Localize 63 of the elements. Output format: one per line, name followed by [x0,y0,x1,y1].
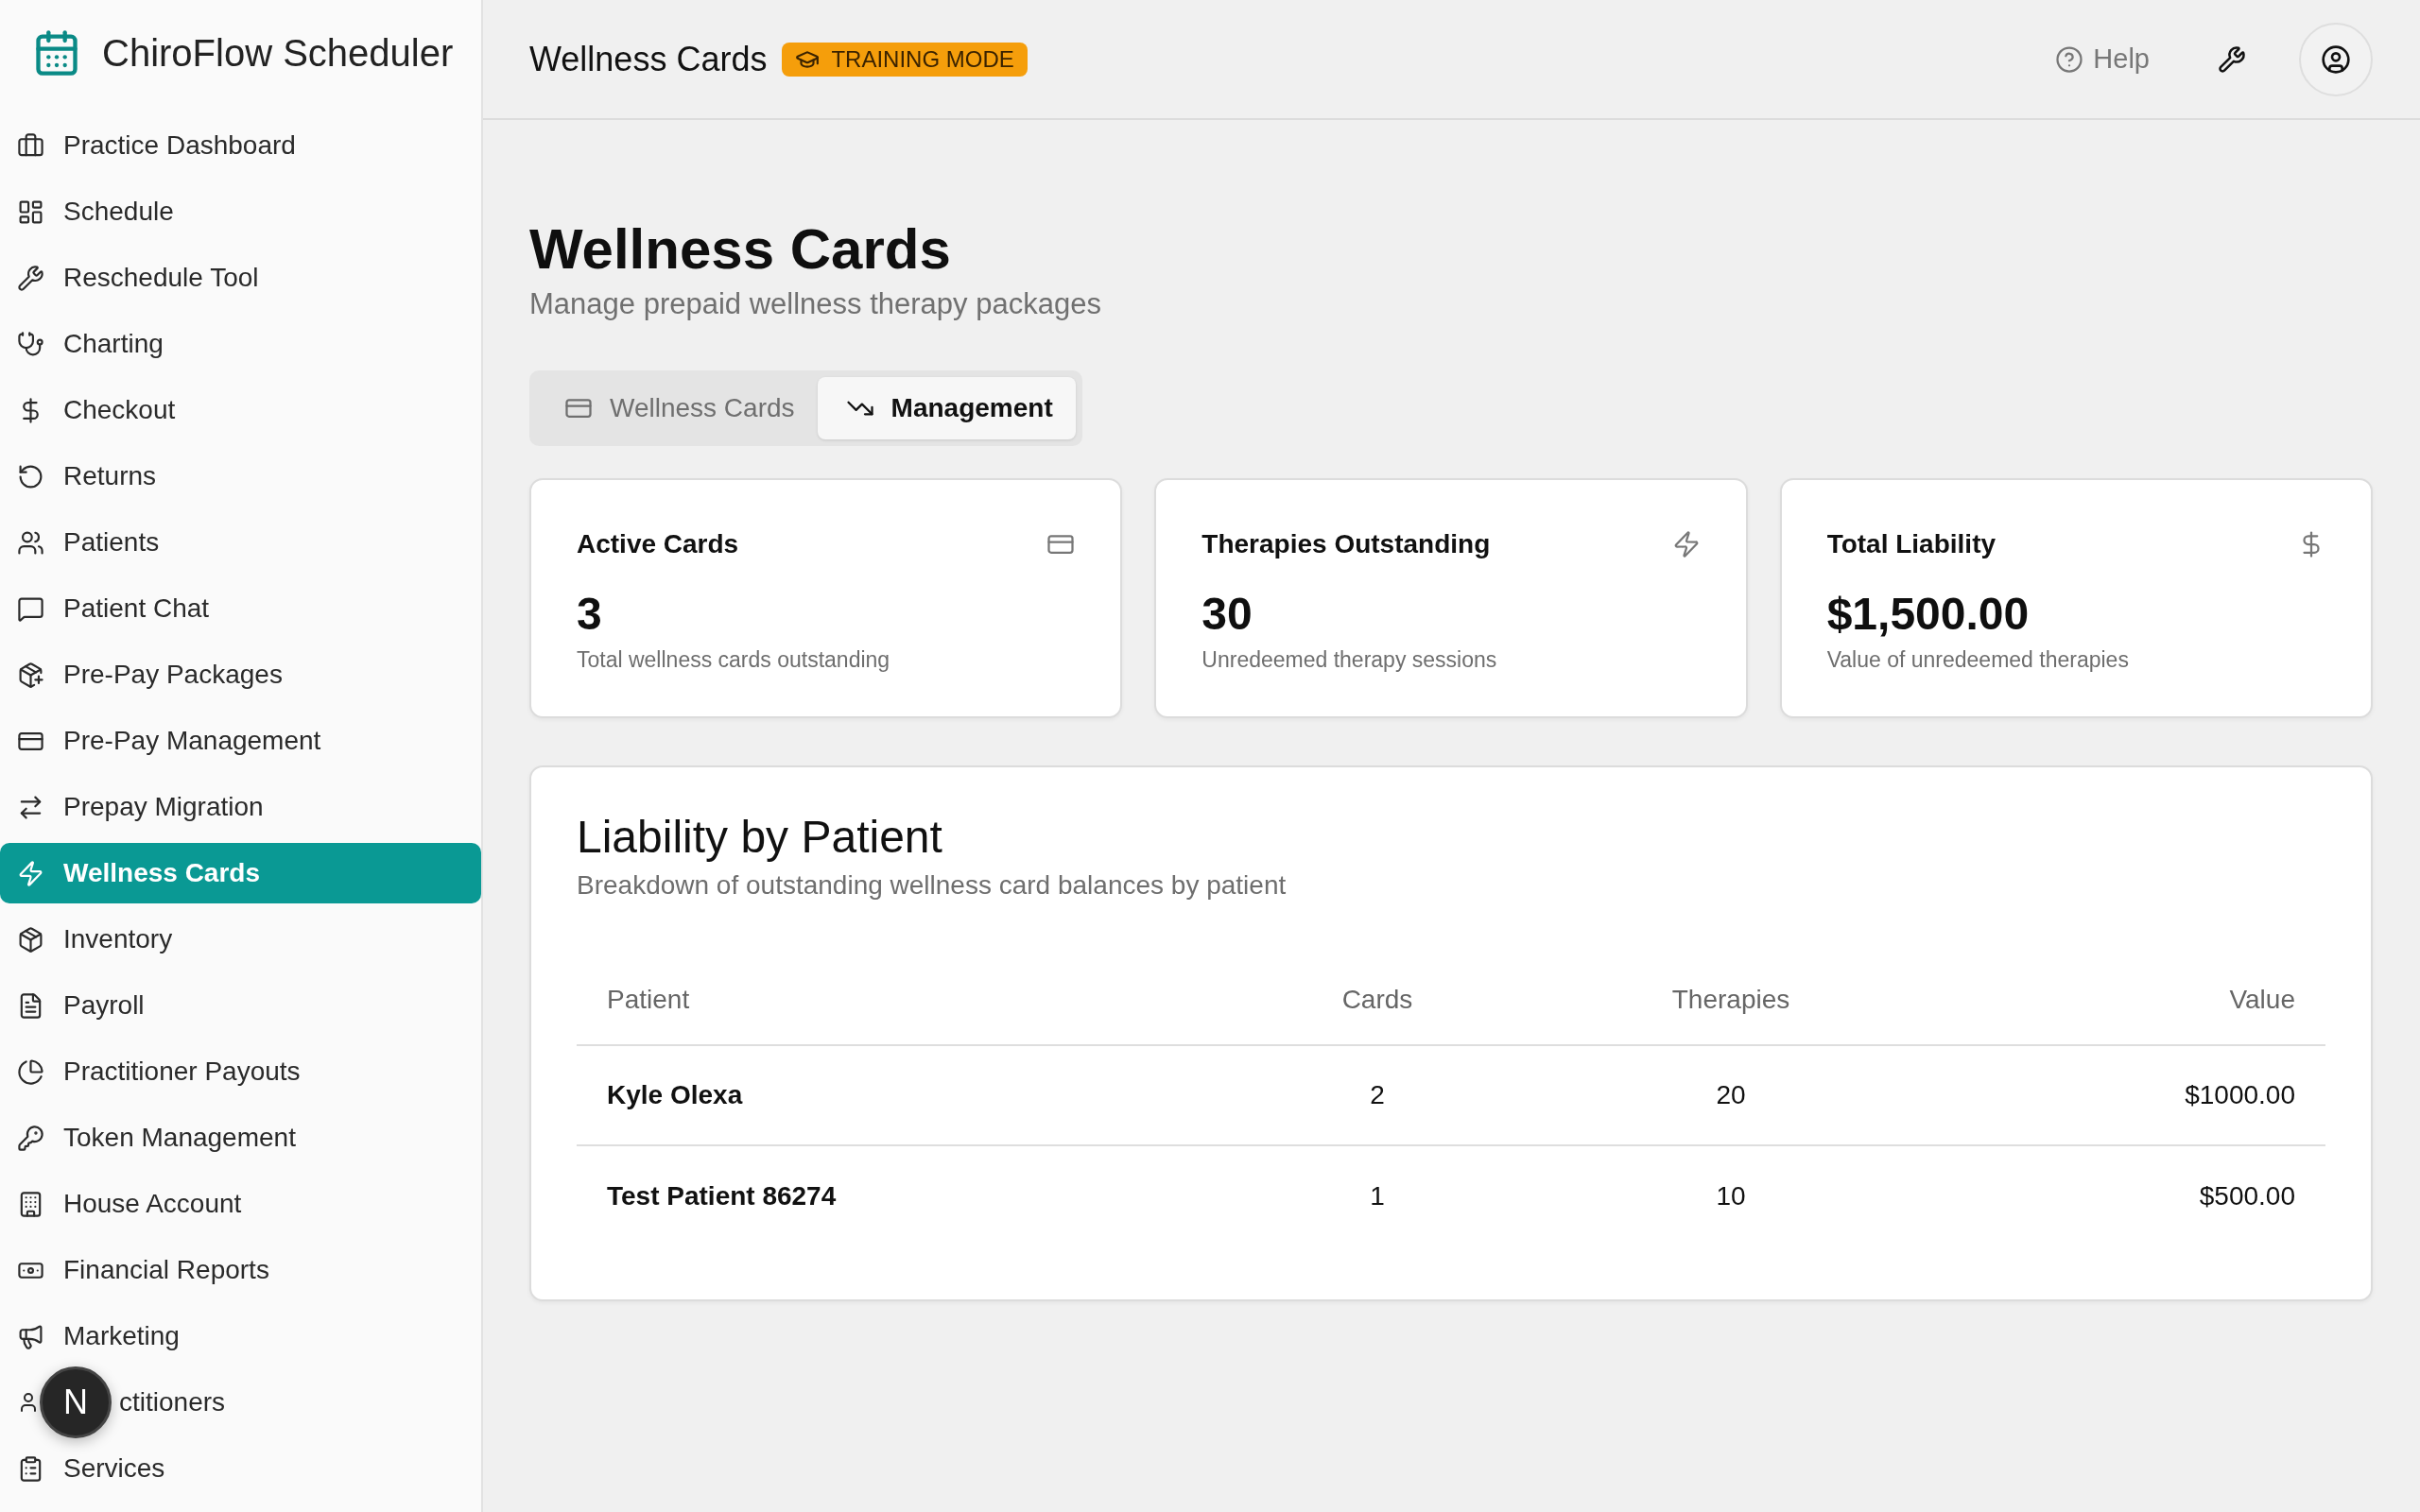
sidebar-item[interactable]: Token Management [0,1108,481,1168]
table-cell: 20 [1554,1046,1908,1146]
stat-value: 30 [1201,588,1253,640]
stat-value: $1,500.00 [1826,588,2031,640]
column-header: Value [1908,955,2325,1046]
page-title: Wellness Cards [529,216,952,282]
sidebar-item[interactable]: Financial Reports [0,1240,481,1300]
sidebar-item[interactable]: Schedule [0,181,481,242]
sidebar-item[interactable]: Checkout [0,380,481,440]
pie-chart-icon [17,1057,44,1086]
tab[interactable]: Management [817,377,1076,439]
table-cell: $1000.00 [1908,1046,2325,1146]
user-icon [2321,43,2351,75]
sidebar-item[interactable]: Patient Chat [0,578,481,639]
section-description: Breakdown of outstanding wellness card balances by patient [577,870,1288,901]
box-icon [17,925,44,954]
table-cell-text: $500.00 [2198,1180,2296,1212]
sidebar-item[interactable]: ctitioners [119,1387,226,1418]
sidebar-item[interactable]: Practitioner Payouts [0,1041,481,1102]
app-name: ChiroFlow Scheduler [102,31,454,75]
sidebar-item[interactable]: Reschedule Tool [0,248,481,308]
package-plus-icon [17,661,44,689]
sidebar-item[interactable]: Payroll [0,975,481,1036]
table-cell: Kyle Olexa [577,1046,1201,1146]
help-button[interactable]: Help [2049,43,2155,76]
section-title: Liability by Patient [577,811,943,863]
badge-text: TRAINING MODE [831,45,1014,73]
stat-caption: Unredeemed therapy sessions [1201,647,1498,673]
help-icon [2055,44,2084,74]
sidebar-item[interactable]: Pre-Pay Management [0,711,481,771]
sidebar-item[interactable]: Marketing [0,1306,481,1366]
stat-title: Total Liability [1826,529,1996,559]
sidebar-item[interactable]: Services [0,1438,481,1499]
wrench-icon [2218,44,2246,74]
stat-caption: Value of unredeemed therapies [1826,647,2130,673]
column-header: Therapies [1554,955,1908,1046]
sidebar-item[interactable]: House Account [0,1174,481,1234]
column-header: Patient [577,955,1201,1046]
table-cell-text: 10 [1715,1180,1747,1212]
sidebar-item[interactable]: Prepay Migration [0,777,481,837]
table-cell-text: 1 [1369,1180,1386,1212]
sidebar-item[interactable]: Patients [0,512,481,573]
stethoscope-icon [17,330,44,358]
sidebar-item[interactable]: Practice Dashboard [0,115,481,176]
sidebar-item[interactable]: Pre-Pay Packages [0,644,481,705]
table-cell: 2 [1201,1046,1554,1146]
dev-tools-button[interactable]: N [40,1366,112,1438]
lightning-icon [17,859,44,887]
stat-title: Active Cards [577,529,739,559]
header-title: Wellness Cards [529,39,768,79]
wrench-icon [17,264,44,292]
sidebar-item[interactable]: Returns [0,446,481,507]
stat-title: Therapies Outstanding [1201,529,1491,559]
table-cell-text: Test Patient 86274 [606,1180,838,1212]
stat-caption: Total wellness cards outstanding [577,647,891,673]
sidebar-item[interactable]: Charting [0,314,481,374]
column-header: Cards [1201,955,1554,1046]
key-icon [17,1124,44,1152]
stat-value: 3 [577,588,603,640]
page-subtitle: Manage prepaid wellness therapy packages [529,287,1102,321]
sidebar-item[interactable]: Inventory [0,909,481,970]
tab[interactable]: Wellness Cards [536,377,818,439]
sidebar-item[interactable]: Wellness Cards [0,843,481,903]
